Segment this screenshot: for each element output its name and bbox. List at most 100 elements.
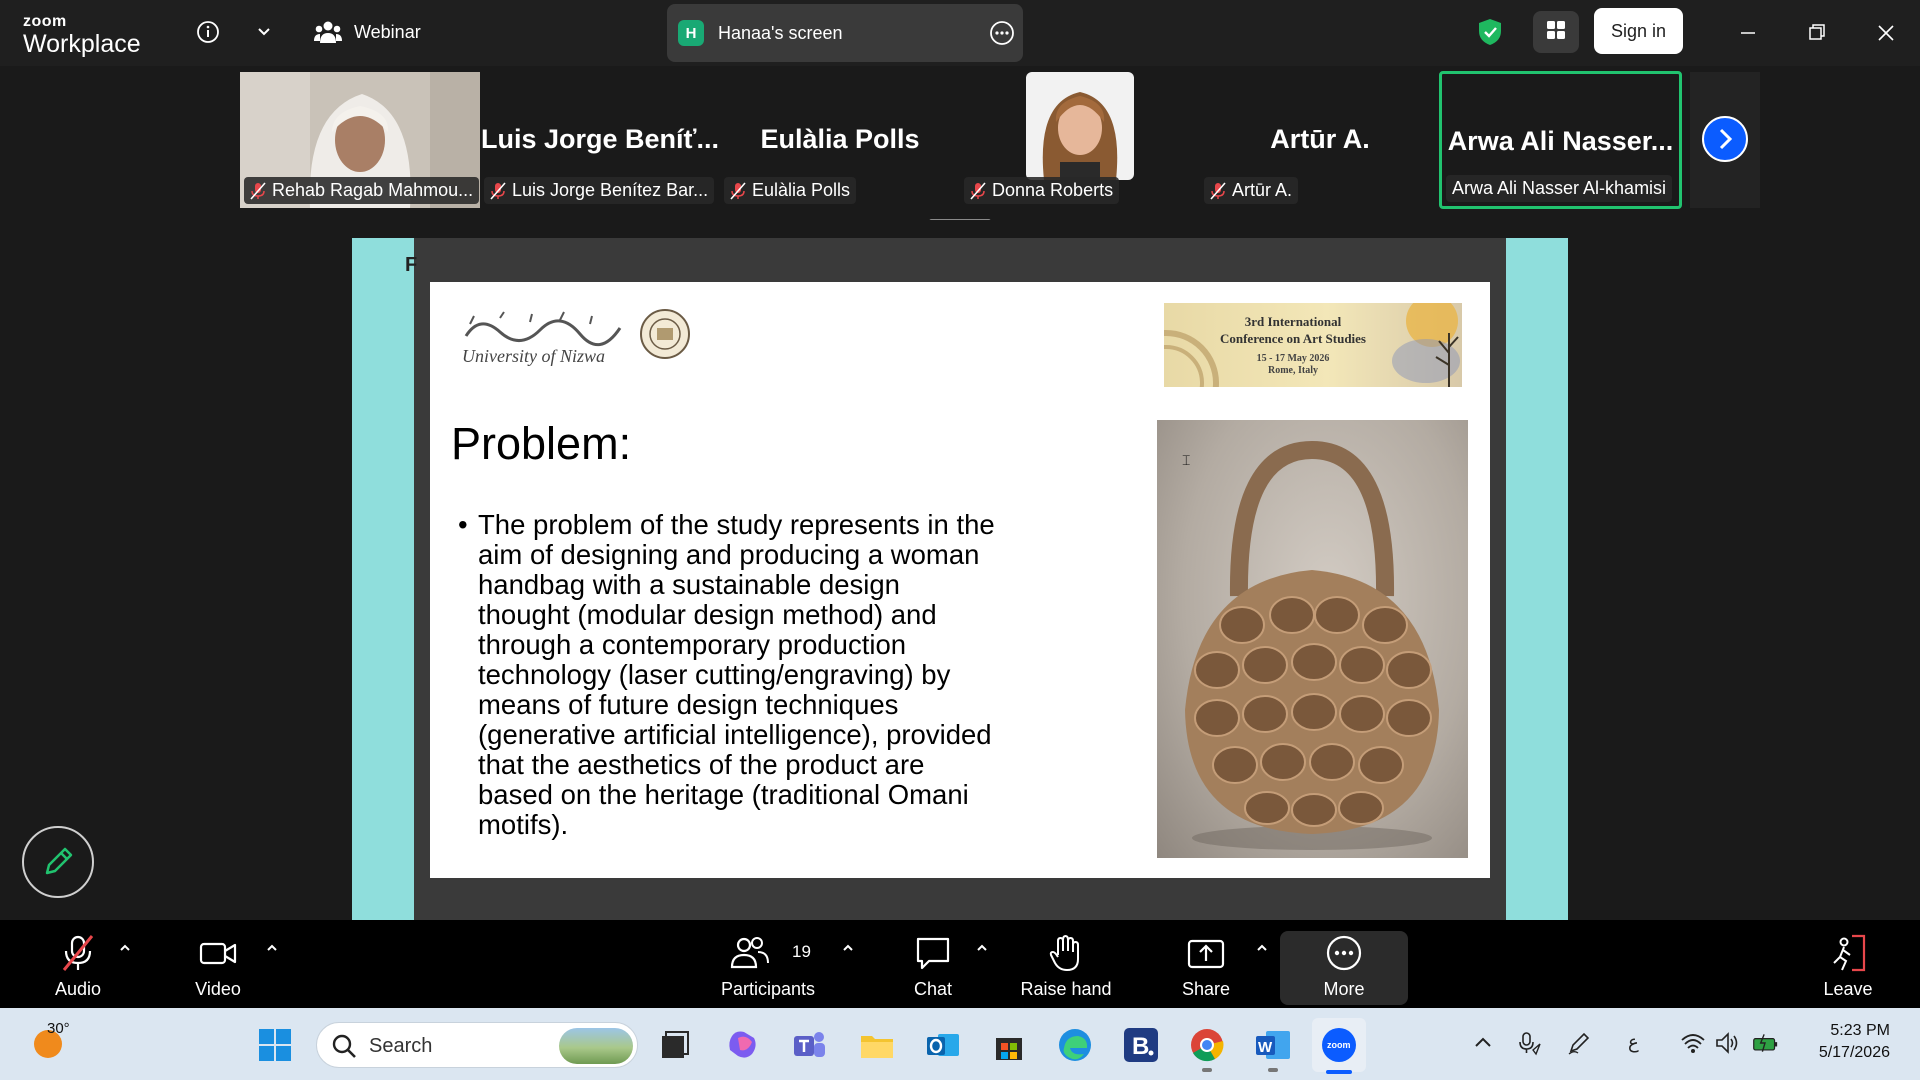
slide-bullet: • The problem of the study represents in…	[458, 510, 998, 840]
copilot-icon[interactable]	[724, 1026, 762, 1064]
chat-button[interactable]: Chat	[904, 928, 962, 1002]
next-page-button[interactable]	[1702, 116, 1748, 162]
svg-text:B: B	[1132, 1033, 1149, 1060]
chat-bubble-icon	[916, 937, 950, 970]
clock-time: 5:23 PM	[1830, 1022, 1890, 1039]
search-placeholder: Search	[369, 1035, 433, 1057]
volume-icon[interactable]	[1714, 1030, 1740, 1056]
word-icon[interactable]: W	[1254, 1026, 1292, 1064]
audio-options-caret-icon[interactable]	[117, 940, 133, 956]
zoom-app-icon[interactable]: zoom	[1320, 1026, 1358, 1064]
sign-in-button[interactable]: Sign in	[1594, 8, 1683, 54]
mic-muted-icon	[250, 181, 266, 200]
microphone-tray-icon[interactable]	[1516, 1030, 1542, 1056]
chevron-down-icon[interactable]	[250, 18, 278, 46]
participants-button[interactable]: Participants	[715, 928, 821, 1002]
presentation-slide: University of Nizwa 3rd International Co…	[430, 282, 1490, 878]
participant-tile[interactable]: Luis Jorge Beníť... Luis Jorge Benítez B…	[480, 72, 720, 208]
annotate-button[interactable]	[22, 826, 94, 898]
clock-date: 5/17/2026	[1818, 1044, 1890, 1061]
participant-display-name: Luis Jorge Beníť...	[481, 124, 719, 154]
conference-banner: 3rd International Conference on Art Stud…	[1164, 303, 1462, 387]
participant-display-name: Arwa Ali Nasser...	[1447, 126, 1674, 156]
minimize-icon[interactable]	[1733, 18, 1763, 48]
apps-grid-icon	[1547, 21, 1565, 39]
share-button[interactable]: Share	[1180, 928, 1232, 1002]
webinar-text: Webinar	[354, 21, 421, 42]
windows-taskbar: 30° Search B W zoom ع 5:23 PM 5/17/2026	[0, 1008, 1920, 1080]
file-explorer-icon[interactable]	[858, 1026, 896, 1064]
booking-b-icon[interactable]: B	[1122, 1026, 1160, 1064]
participant-tile[interactable]: Donna Roberts	[960, 72, 1200, 208]
participant-tile-active-speaker[interactable]: Arwa Ali Nasser... Arwa Ali Nasser Al-kh…	[1439, 71, 1682, 209]
outlook-icon[interactable]	[924, 1026, 962, 1064]
more-label: More	[1323, 979, 1365, 999]
participant-tile[interactable]: Rehab Ragab Mahmou...	[240, 72, 480, 208]
text-cursor-icon: ⌶	[1182, 452, 1191, 468]
chat-options-caret-icon[interactable]	[974, 940, 990, 956]
participant-name-tag: Donna Roberts	[964, 177, 1120, 204]
edge-browser-icon[interactable]	[1056, 1026, 1094, 1064]
participant-name-tag: Artūr A.	[1204, 177, 1299, 204]
viewing-screen-pill[interactable]: H Hanaa's screen	[667, 4, 1023, 62]
participant-display-name: Artūr A.	[1270, 124, 1370, 154]
participants-options-caret-icon[interactable]	[840, 940, 856, 956]
meeting-controls-bar: Audio Video Participants 19 Chat Raise h…	[0, 920, 1920, 1008]
zoom-titlebar: zoom Workplace Webinar H Hanaa's screen …	[0, 0, 1920, 66]
mic-muted-icon	[1210, 181, 1226, 200]
participant-tile[interactable]: Artūr A. Artūr A.	[1200, 72, 1440, 208]
webinar-label: Webinar	[314, 16, 421, 48]
security-shield-icon[interactable]	[1476, 17, 1504, 47]
wifi-icon[interactable]	[1680, 1030, 1706, 1056]
participants-count: 19	[792, 942, 811, 961]
participant-name-tag: Rehab Ragab Mahmou...	[244, 177, 480, 204]
mic-muted-icon	[490, 181, 506, 200]
participant-display-name: Eulàlia Polls	[760, 124, 920, 154]
chrome-icon[interactable]	[1188, 1026, 1226, 1064]
sharer-avatar-badge: H	[678, 20, 704, 46]
participant-name: Donna Roberts	[992, 180, 1114, 200]
zoom-workplace-logo: zoom Workplace	[23, 14, 141, 57]
show-hidden-icons-chevron-icon[interactable]	[1470, 1030, 1496, 1056]
share-options-caret-icon[interactable]	[1254, 940, 1270, 956]
microsoft-store-icon[interactable]	[990, 1026, 1028, 1064]
participants-icon	[730, 937, 769, 969]
raise-hand-button[interactable]: Raise hand	[1018, 928, 1114, 1002]
windows-start-icon[interactable]	[258, 1028, 292, 1062]
mic-muted-icon	[730, 181, 746, 200]
video-button[interactable]: Video	[184, 928, 252, 1002]
pen-tray-icon[interactable]	[1566, 1030, 1592, 1056]
more-options-icon[interactable]	[989, 20, 1015, 46]
restore-icon[interactable]	[1802, 18, 1832, 48]
handbag-illustration	[1185, 440, 1439, 850]
word-running-indicator	[1268, 1068, 1278, 1072]
audio-label: Audio	[54, 979, 102, 999]
close-icon[interactable]	[1871, 18, 1901, 48]
search-icon	[332, 1034, 356, 1058]
mic-muted-icon	[62, 935, 94, 971]
teams-icon[interactable]	[790, 1026, 828, 1064]
info-icon[interactable]	[194, 18, 222, 46]
bullet-text: The problem of the study represents in t…	[478, 509, 995, 840]
taskbar-search[interactable]: Search	[316, 1022, 638, 1068]
battery-charging-icon[interactable]	[1752, 1030, 1778, 1056]
apps-button[interactable]	[1533, 11, 1579, 53]
weather-temperature: 30°	[47, 1020, 70, 1037]
audio-button[interactable]: Audio	[42, 928, 114, 1002]
system-clock[interactable]: 5:23 PM 5/17/2026	[1800, 1020, 1890, 1064]
leave-button[interactable]: Leave	[1818, 928, 1878, 1002]
video-camera-icon	[199, 942, 237, 965]
input-language-indicator[interactable]: ع	[1628, 1032, 1639, 1053]
video-options-caret-icon[interactable]	[264, 940, 280, 956]
participant-name: Eulàlia Polls	[752, 180, 851, 200]
participant-tile[interactable]: Eulàlia Polls Eulàlia Polls	[720, 72, 960, 208]
conference-dates: 15 - 17 May 2026	[1256, 353, 1330, 364]
viewing-screen-label: Hanaa's screen	[718, 22, 843, 43]
task-view-icon[interactable]	[656, 1026, 694, 1064]
zoom-active-indicator	[1326, 1070, 1352, 1074]
participant-name: Luis Jorge Benítez Bar...	[512, 180, 709, 200]
share-screen-icon	[1187, 939, 1225, 969]
conference-line-1: 3rd International	[1244, 314, 1342, 329]
more-button[interactable]: More	[1300, 928, 1388, 1002]
raise-hand-label: Raise hand	[1020, 979, 1112, 999]
